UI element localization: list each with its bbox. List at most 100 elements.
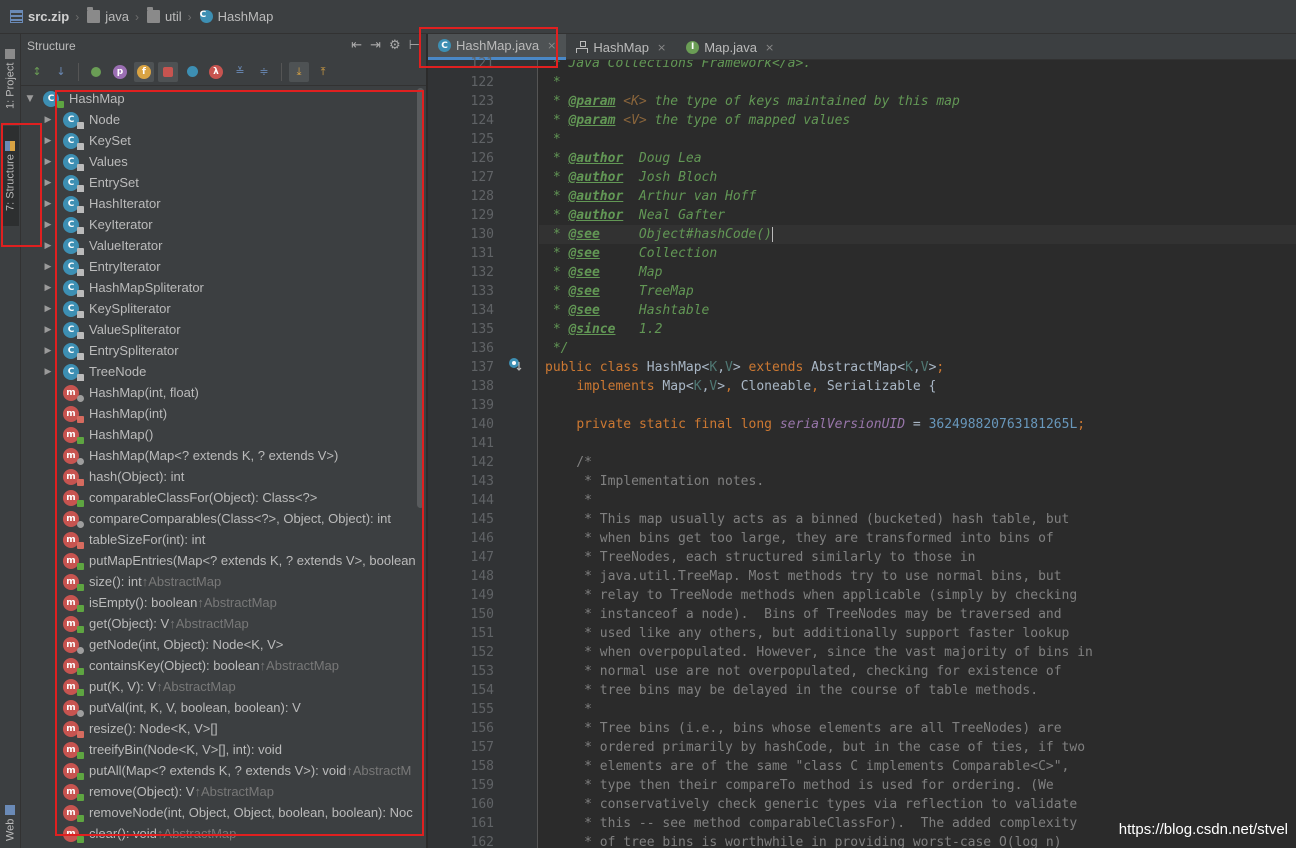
method-icon: m — [63, 405, 84, 423]
chevron-right-icon[interactable]: ▶ — [43, 241, 53, 251]
chevron-right-icon[interactable]: ▶ — [43, 283, 53, 293]
chevron-right-icon[interactable]: ▶ — [43, 178, 53, 188]
tree-root[interactable]: ▼ C HashMap — [21, 88, 427, 109]
close-icon[interactable]: × — [547, 39, 556, 52]
editor-gutter[interactable]: 121 122 123 124 125 126 127 128 129 130 131 132 133 1… — [428, 56, 538, 848]
collapse-all-icon[interactable]: ⇤ — [351, 38, 362, 53]
tree-item-class[interactable]: ▶ C EntrySpliterator — [21, 340, 427, 361]
tree-item-class[interactable]: ▶ C EntryIterator — [21, 256, 427, 277]
sort-by-visibility-icon[interactable]: ↕ — [27, 62, 47, 82]
tree-item-method[interactable]: m put(K, V): V ↑AbstractMap — [21, 676, 427, 697]
tree-item-class[interactable]: ▶ C ValueSpliterator — [21, 319, 427, 340]
method-icon: m — [63, 741, 84, 759]
tree-item-method[interactable]: m removeNode(int, Object, Object, boolean… — [21, 802, 427, 823]
chevron-down-icon[interactable]: ▼ — [25, 94, 35, 104]
tab-web[interactable]: Web — [2, 800, 19, 846]
show-anonymous-icon[interactable] — [182, 62, 202, 82]
chevron-right-icon[interactable]: ▶ — [43, 220, 53, 230]
line-number: 141 — [470, 436, 494, 451]
show-non-public-icon[interactable] — [158, 61, 178, 82]
tree-item-method[interactable]: m HashMap() — [21, 424, 427, 445]
tree-item-method[interactable]: m get(Object): V ↑AbstractMap — [21, 613, 427, 634]
collapse-icon[interactable]: ≑ — [254, 62, 274, 82]
tree-item-method[interactable]: m hash(Object): int — [21, 466, 427, 487]
tree-item-method[interactable]: m resize(): Node<K, V>[] — [21, 718, 427, 739]
tree-item-label: HashMap() — [89, 427, 154, 442]
vertical-scrollbar[interactable] — [417, 88, 424, 508]
tree-item-class[interactable]: ▶ C KeySpliterator — [21, 298, 427, 319]
breadcrumb-java[interactable]: java — [87, 7, 129, 24]
expand-all-icon[interactable]: ⇥ — [370, 38, 381, 53]
tab-hashmap-hierarchy[interactable]: HashMap × — [566, 34, 676, 60]
chevron-right-icon[interactable]: ▶ — [43, 367, 53, 377]
tree-item-method[interactable]: m putAll(Map<? extends K, ? extends V>): … — [21, 760, 427, 781]
tree-item-method[interactable]: m getNode(int, Object): Node<K, V> — [21, 634, 427, 655]
inherited-from-label: ↑AbstractMap — [141, 574, 222, 589]
sort-alphabetically-icon[interactable]: ↓ — [51, 62, 71, 82]
tree-item-method[interactable]: m putMapEntries(Map<? extends K, ? extend… — [21, 550, 427, 571]
chevron-right-icon[interactable]: ▶ — [43, 199, 53, 209]
hide-panel-icon[interactable]: ⊢ — [409, 38, 420, 53]
tree-item-label: compareComparables(Class<?>, Object, Obj… — [89, 511, 392, 526]
tree-item-method[interactable]: m remove(Object): V ↑AbstractMap — [21, 781, 427, 802]
expand-icon[interactable]: ≚ — [230, 62, 250, 82]
chevron-right-icon[interactable]: ▶ — [43, 304, 53, 314]
tab-map-java[interactable]: I Map.java × — [676, 34, 784, 60]
tree-item-method[interactable]: m HashMap(Map<? extends K, ? extends V>) — [21, 445, 427, 466]
breadcrumb-src-zip[interactable]: src.zip — [10, 9, 69, 24]
tree-item-class[interactable]: ▶ C HashMapSpliterator — [21, 277, 427, 298]
show-inherited-icon[interactable] — [86, 62, 106, 82]
code-line: * when bins get too large, they are tran… — [545, 531, 1054, 546]
show-fields-icon[interactable]: f — [134, 61, 154, 82]
tab-project[interactable]: 1: Project — [2, 40, 19, 118]
line-number: 149 — [470, 588, 494, 603]
tree-item-method[interactable]: m isEmpty(): boolean ↑AbstractMap — [21, 592, 427, 613]
autoscroll-from-source-icon[interactable]: ⤒ — [313, 62, 333, 82]
line-number: 143 — [470, 474, 494, 489]
tree-item-method[interactable]: m clear(): void ↑AbstractMap — [21, 823, 427, 844]
code-line: * conservatively check generic types via… — [545, 797, 1078, 812]
tree-item-method[interactable]: m tableSizeFor(int): int — [21, 529, 427, 550]
tab-structure[interactable]: 7: Structure — [2, 126, 19, 226]
tree-item-class[interactable]: ▶ C EntrySet — [21, 172, 427, 193]
code-line: * Tree bins (i.e., bins whose elements a… — [545, 721, 1062, 736]
breadcrumb-hashmap[interactable]: C HashMap — [199, 9, 273, 24]
chevron-right-icon[interactable]: ▶ — [43, 325, 53, 335]
tree-item-class[interactable]: ▶ C HashIterator — [21, 193, 427, 214]
tree-item-label: removeNode(int, Object, Object, boolean,… — [89, 805, 413, 820]
code-editor[interactable]: * Java Collections Framework</a>. * * @p… — [539, 60, 1296, 848]
chevron-right-icon[interactable]: ▶ — [43, 136, 53, 146]
tree-item-method[interactable]: m containsKey(Object): boolean ↑AbstractM… — [21, 655, 427, 676]
breadcrumb-util[interactable]: util — [147, 7, 182, 24]
overridden-method-icon[interactable] — [508, 357, 522, 371]
tree-item-label: size(): int — [89, 574, 142, 589]
tree-item-method[interactable]: m compareComparables(Class<?>, Object, Ob… — [21, 508, 427, 529]
tree-item-method[interactable]: m HashMap(int, float) — [21, 382, 427, 403]
tree-item-method[interactable]: m putVal(int, K, V, boolean, boolean): V — [21, 697, 427, 718]
chevron-right-icon[interactable]: ▶ — [43, 262, 53, 272]
chevron-right-icon[interactable]: ▶ — [43, 115, 53, 125]
line-number: 125 — [470, 132, 494, 147]
show-lambdas-icon[interactable]: λ — [206, 62, 226, 82]
gear-icon[interactable]: ⚙ — [389, 38, 401, 53]
tree-item-method[interactable]: m HashMap(int) — [21, 403, 427, 424]
tree-item-class[interactable]: ▶ C Values — [21, 151, 427, 172]
close-icon[interactable]: × — [765, 41, 774, 54]
method-icon: m — [63, 825, 84, 843]
show-properties-icon[interactable]: p — [110, 62, 130, 82]
tree-item-method[interactable]: m treeifyBin(Node<K, V>[], int): void — [21, 739, 427, 760]
tree-item-label: getNode(int, Object): Node<K, V> — [89, 637, 284, 652]
tree-items: ▶ C Node ▶ C KeySet ▶ C Values ▶ C EntrySet ▶ C HashIt… — [21, 109, 427, 844]
tree-item-class[interactable]: ▶ C KeyIterator — [21, 214, 427, 235]
chevron-right-icon[interactable]: ▶ — [43, 346, 53, 356]
chevron-right-icon[interactable]: ▶ — [43, 157, 53, 167]
tree-item-class[interactable]: ▶ C TreeNode — [21, 361, 427, 382]
close-icon[interactable]: × — [657, 41, 666, 54]
tree-item-class[interactable]: ▶ C Node — [21, 109, 427, 130]
autoscroll-to-source-icon[interactable]: ⤓ — [289, 61, 309, 82]
tree-item-method[interactable]: m size(): int ↑AbstractMap — [21, 571, 427, 592]
tree-item-method[interactable]: m comparableClassFor(Object): Class<?> — [21, 487, 427, 508]
code-line: /* — [545, 455, 592, 470]
tree-item-class[interactable]: ▶ C ValueIterator — [21, 235, 427, 256]
tree-item-class[interactable]: ▶ C KeySet — [21, 130, 427, 151]
